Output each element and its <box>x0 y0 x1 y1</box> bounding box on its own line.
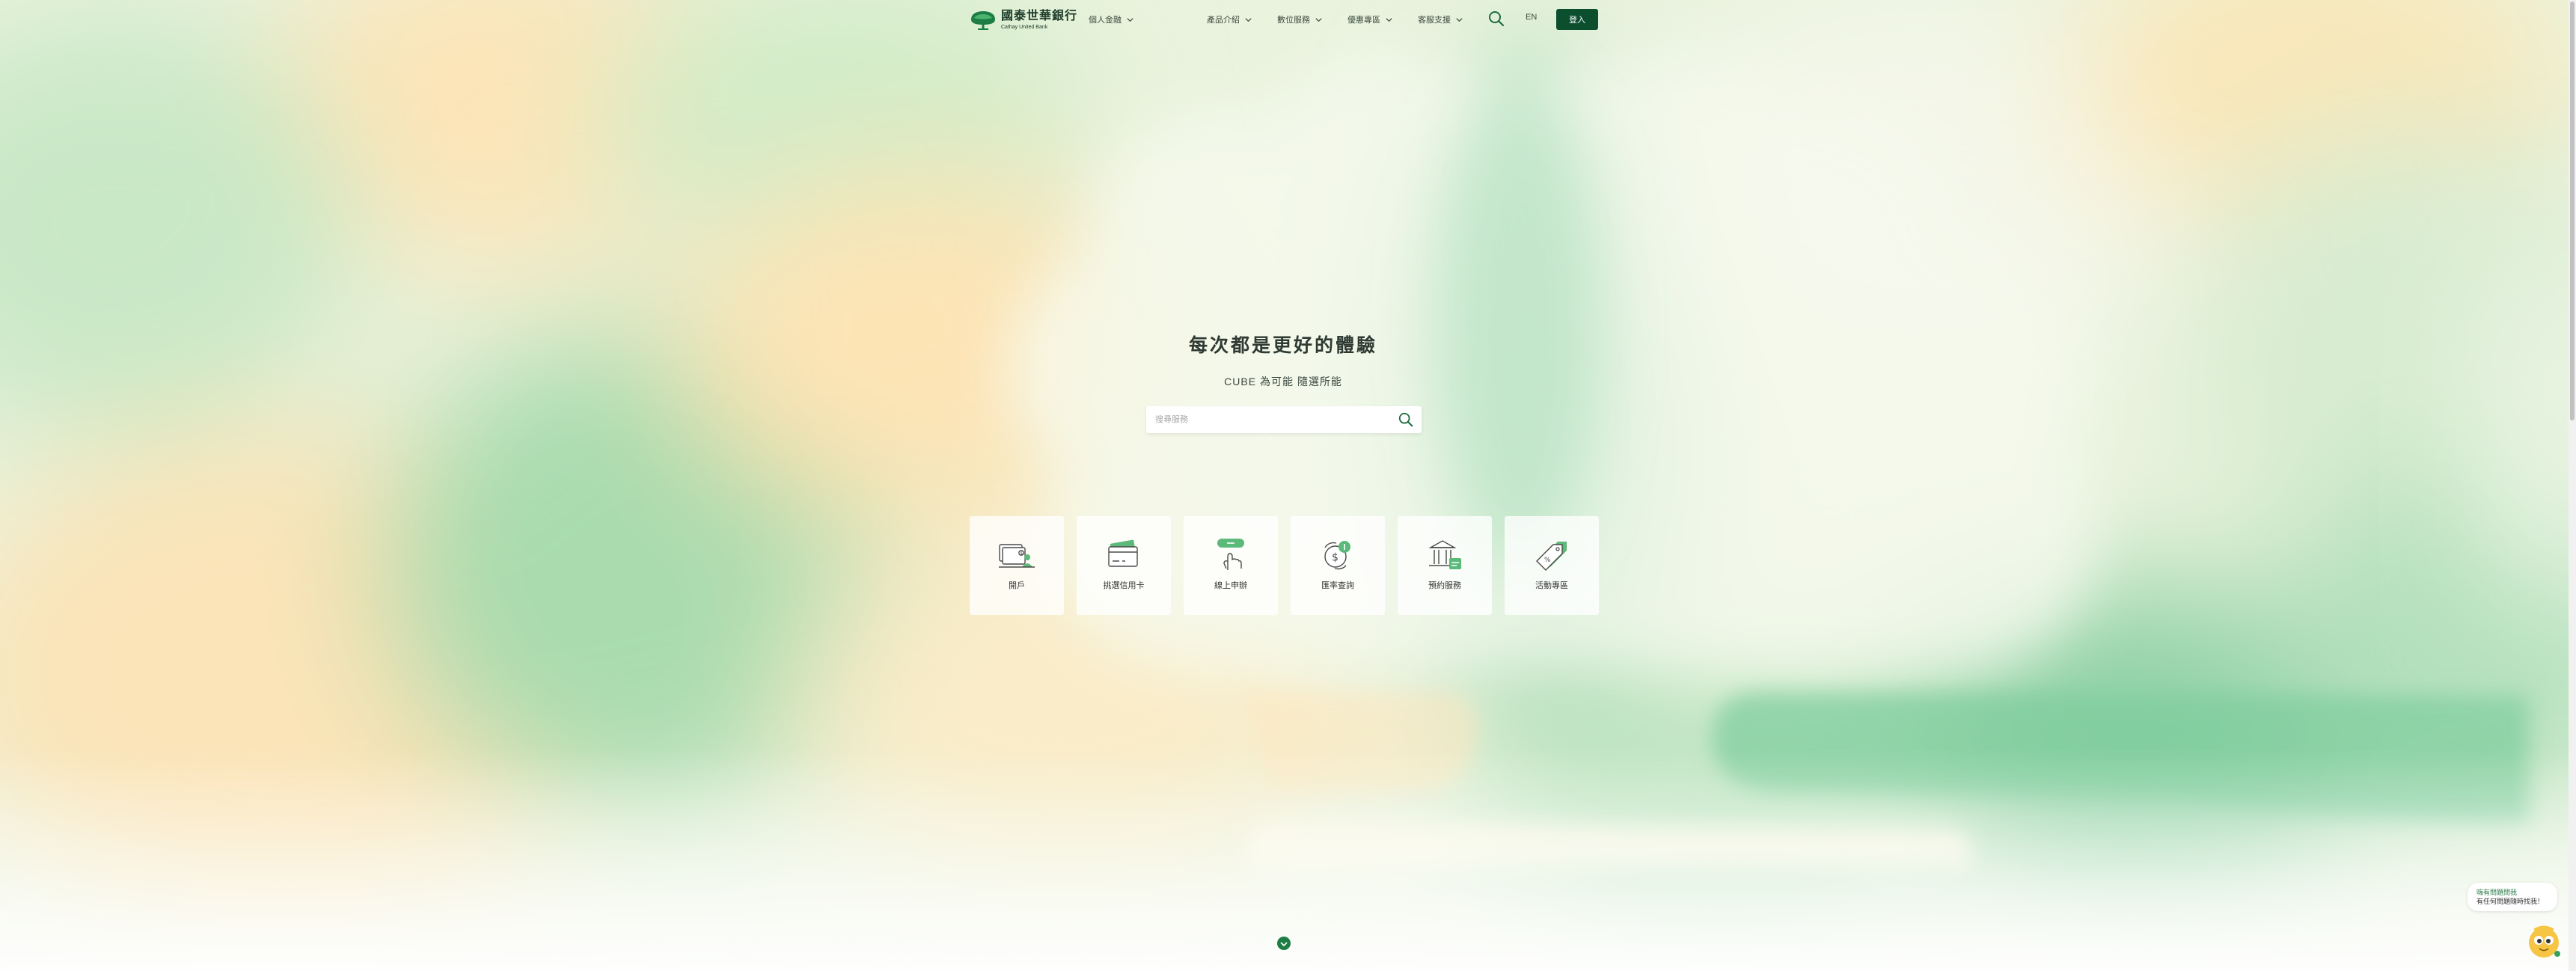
login-button[interactable]: 登入 <box>1556 9 1598 30</box>
brand-name: 國泰世華銀行 <box>1001 10 1078 22</box>
exchange-rate-icon: $ <box>1324 541 1350 570</box>
quick-link-label: 匯率查詢 <box>1321 581 1354 590</box>
nav-item-label: 客服支援 <box>1418 16 1451 25</box>
nav-item-products[interactable]: 產品介紹 <box>1207 12 1252 27</box>
nav-item-offers[interactable]: 優惠專區 <box>1347 12 1393 27</box>
nav-item-label: 數位服務 <box>1277 16 1310 25</box>
scrollbar-thumb[interactable] <box>2570 1 2575 420</box>
brand-logo[interactable]: 國泰世華銀行 Cathay United Bank <box>970 9 1082 31</box>
page-scrollbar[interactable] <box>2569 0 2576 971</box>
quick-link-open-account[interactable]: $ 開戶 <box>970 516 1064 615</box>
quick-link-label: 活動專區 <box>1535 581 1568 590</box>
quick-link-credit-card[interactable]: 挑選信用卡 <box>1077 516 1171 615</box>
online-apply-icon <box>1217 539 1244 570</box>
chevron-down-icon <box>1127 17 1133 22</box>
quick-link-promotions[interactable]: % 活動專區 <box>1505 516 1599 615</box>
chevron-down-icon <box>1245 17 1252 22</box>
quick-link-exchange-rate[interactable]: $ 匯率查詢 <box>1291 516 1385 615</box>
scroll-down-icon[interactable] <box>1276 935 1292 952</box>
bank-appointment-icon <box>1428 540 1461 569</box>
svg-text:%: % <box>1544 557 1551 564</box>
quick-link-label: 預約服務 <box>1428 581 1461 590</box>
personal-banking-label: 個人金融 <box>1089 16 1122 25</box>
search-input[interactable] <box>1146 406 1395 433</box>
chatbot-avatar-icon[interactable] <box>2525 922 2563 960</box>
chevron-down-icon <box>1456 17 1463 22</box>
hero-subtitle: CUBE 為可能 隨選所能 <box>1224 376 1342 388</box>
site-header: 國泰世華銀行 Cathay United Bank 個人金融 產品介紹 數位服務… <box>0 0 2576 39</box>
chevron-down-icon <box>1386 17 1392 22</box>
tree-logo-icon <box>971 11 995 30</box>
chevron-down-icon <box>1315 17 1322 22</box>
hero-title: 每次都是更好的體驗 <box>1188 335 1377 356</box>
quick-link-label: 挑選信用卡 <box>1103 581 1145 590</box>
svg-text:$: $ <box>1332 552 1339 564</box>
quick-link-online-apply[interactable]: 線上申辦 <box>1184 516 1278 615</box>
hero-background <box>0 0 2576 971</box>
nav-item-digital[interactable]: 數位服務 <box>1277 12 1323 27</box>
nav-item-label: 優惠專區 <box>1347 16 1380 25</box>
brand-text: 國泰世華銀行 Cathay United Bank <box>1001 10 1078 31</box>
language-switch[interactable]: EN <box>1526 13 1537 22</box>
chatbot-line-1: 嗨有問題問我 <box>2476 889 2518 896</box>
search-icon[interactable] <box>1487 10 1505 28</box>
chatbot-line-2: 有任何問題隨時找我！ <box>2476 898 2545 905</box>
nav-item-label: 產品介紹 <box>1207 16 1240 25</box>
open-account-icon: $ <box>999 544 1035 568</box>
nav-item-support[interactable]: 客服支援 <box>1418 12 1463 27</box>
brand-name-en: Cathay United Bank <box>1001 25 1048 30</box>
credit-card-icon <box>1108 539 1138 567</box>
quick-link-appointment[interactable]: 預約服務 <box>1398 516 1492 615</box>
personal-banking-menu[interactable]: 個人金融 <box>1089 12 1134 27</box>
svg-text:$: $ <box>1020 551 1023 556</box>
quick-link-label: 開戶 <box>1009 581 1025 590</box>
hero-search <box>1146 406 1422 433</box>
search-icon[interactable] <box>1398 411 1414 428</box>
promotion-tag-icon: % <box>1536 542 1567 571</box>
quick-link-label: 線上申辦 <box>1214 581 1247 590</box>
chatbot-bubble[interactable]: 嗨有問題問我 有任何問題隨時找我！ <box>2468 883 2557 911</box>
